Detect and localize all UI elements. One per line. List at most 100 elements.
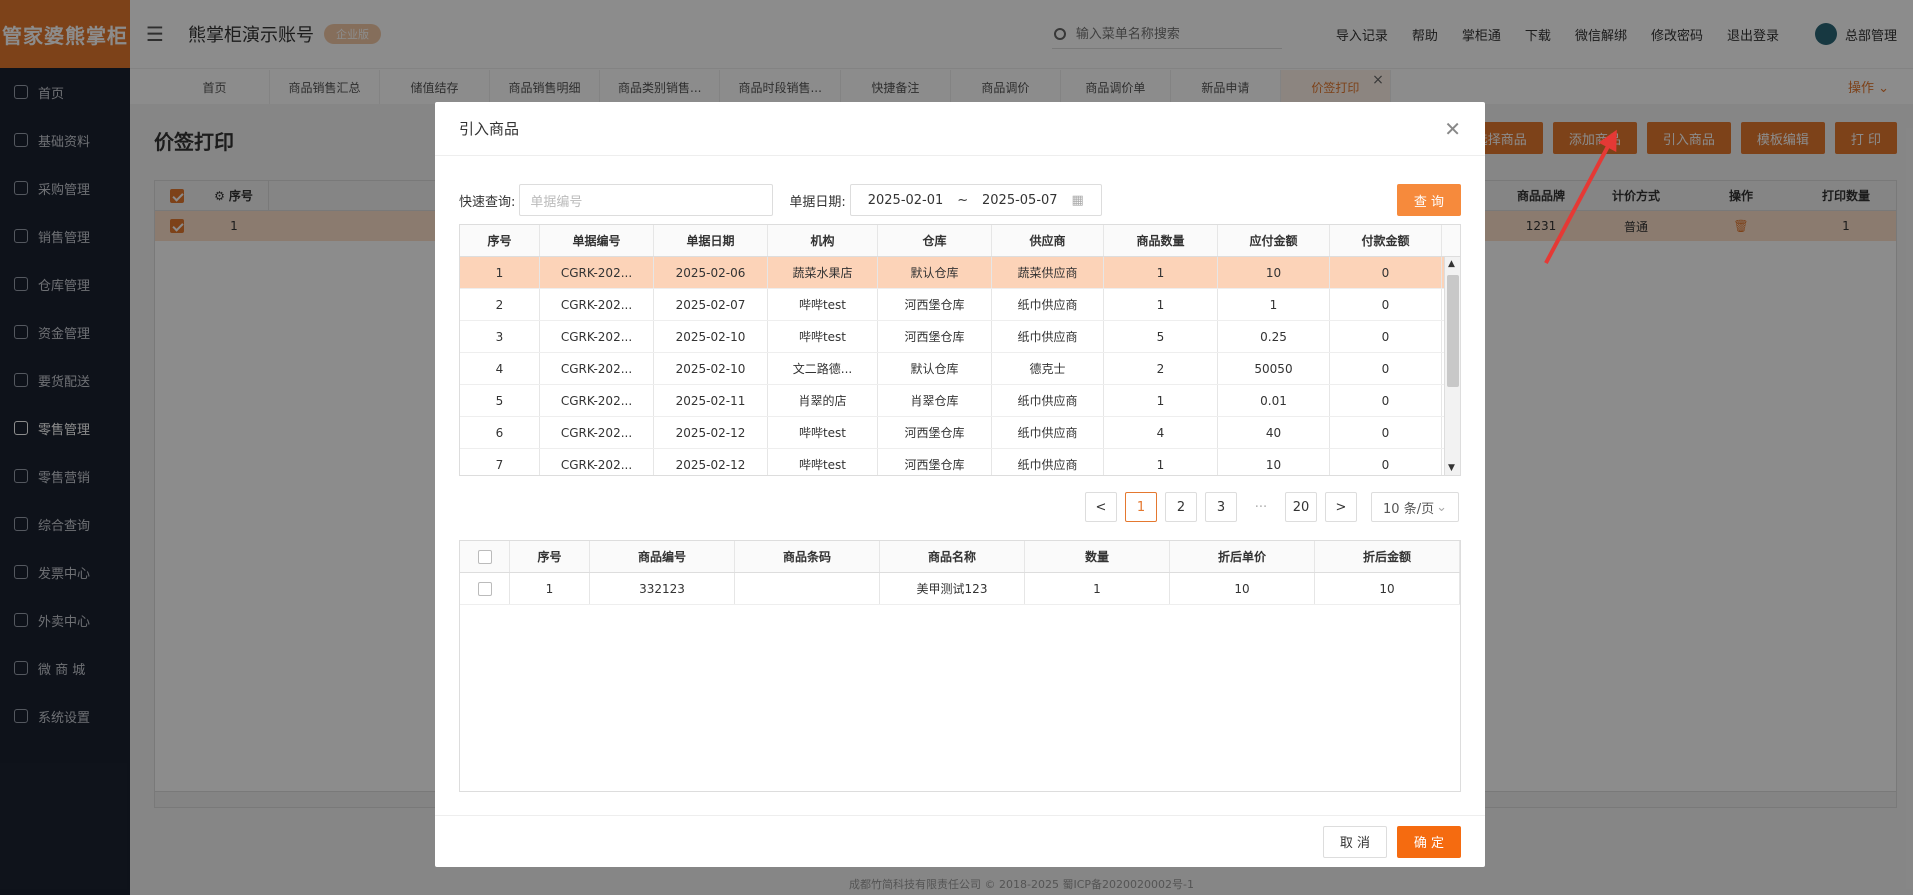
scroll-up-icon[interactable]: ▲ <box>1448 259 1455 269</box>
items-col-header: 序号 <box>510 541 590 572</box>
cancel-button[interactable]: 取 消 <box>1323 825 1387 858</box>
orders-cell: 肖翠的店 <box>768 385 878 416</box>
table-row[interactable]: 3 CGRK-202... 2025-02-10 哔哔test 河西堡仓库 纸巾供应商 5 0… <box>460 321 1460 353</box>
orders-col-header: 单据编号 <box>540 225 654 256</box>
orders-cell: 10 <box>1218 257 1330 288</box>
close-icon[interactable]: ✕ <box>1444 117 1461 141</box>
vertical-scrollbar[interactable]: ▲ ▼ <box>1444 257 1460 475</box>
orders-col-header: 机构 <box>768 225 878 256</box>
date-label: 单据日期: <box>789 194 846 210</box>
orders-cell: 默认仓库 <box>878 257 992 288</box>
items-col-header: 折后金额 <box>1315 541 1460 572</box>
orders-cell: 1 <box>1104 257 1218 288</box>
orders-cell: 0 <box>1330 353 1442 384</box>
item-row-checkbox[interactable] <box>460 573 510 604</box>
table-row[interactable]: 5 CGRK-202... 2025-02-11 肖翠的店 肖翠仓库 纸巾供应商 1 0.01… <box>460 385 1460 417</box>
orders-cell: 哔哔test <box>768 289 878 320</box>
items-cell: 1 <box>1025 573 1170 604</box>
page-1[interactable]: 1 <box>1125 492 1157 522</box>
confirm-button[interactable]: 确 定 <box>1397 825 1461 858</box>
orders-cell: 2 <box>460 289 540 320</box>
items-cell: 1 <box>510 573 590 604</box>
table-row[interactable]: 6 CGRK-202... 2025-02-12 哔哔test 河西堡仓库 纸巾供应商 4 4… <box>460 417 1460 449</box>
orders-cell: 纸巾供应商 <box>992 321 1104 352</box>
orders-cell: 纸巾供应商 <box>992 417 1104 448</box>
orders-cell: 1 <box>460 257 540 288</box>
orders-cell: 0 <box>1330 289 1442 320</box>
orders-cell: 1 <box>1104 385 1218 416</box>
orders-header: 序号 单据编号 单据日期 机构 仓库 供应商 商品数量 应付金额 付款金额 <box>460 225 1460 257</box>
orders-col-header: 序号 <box>460 225 540 256</box>
table-row[interactable]: 4 CGRK-202... 2025-02-10 文二路德... 默认仓库 德克士 2 500… <box>460 353 1460 385</box>
orders-cell: 0 <box>1330 321 1442 352</box>
orders-cell: 0.25 <box>1218 321 1330 352</box>
query-button[interactable]: 查 询 <box>1397 184 1461 216</box>
orders-cell: 2025-02-12 <box>654 417 768 448</box>
orders-cell: 蔬菜水果店 <box>768 257 878 288</box>
items-select-all-checkbox[interactable] <box>460 541 510 572</box>
items-cell: 美甲测试123 <box>880 573 1025 604</box>
calendar-icon: ▦ <box>1071 192 1084 208</box>
page-last[interactable]: 20 <box>1285 492 1317 522</box>
orders-cell: 1 <box>1104 289 1218 320</box>
orders-cell: 河西堡仓库 <box>878 289 992 320</box>
table-row[interactable]: 1 CGRK-202... 2025-02-06 蔬菜水果店 默认仓库 蔬菜供应商 1 10 0 <box>460 257 1460 289</box>
items-col-header: 折后单价 <box>1170 541 1315 572</box>
page-size-select[interactable]: 10 条/页 ⌄ <box>1371 492 1459 522</box>
next-page-button[interactable]: > <box>1325 492 1357 522</box>
items-col-header: 商品编号 <box>590 541 735 572</box>
orders-col-header: 付款金额 <box>1330 225 1442 256</box>
filter-bar: 快速查询: 单据编号 单据日期: 2025-02-01 ~ 2025-05-07… <box>459 184 1461 216</box>
orders-col-header: 供应商 <box>992 225 1104 256</box>
orders-cell: 0 <box>1330 449 1442 475</box>
orders-cell: 蔬菜供应商 <box>992 257 1104 288</box>
orders-cell: 2025-02-10 <box>654 321 768 352</box>
page-3[interactable]: 3 <box>1205 492 1237 522</box>
orders-cell: 0.01 <box>1218 385 1330 416</box>
orders-cell: CGRK-202... <box>540 385 654 416</box>
import-goods-dialog: 引入商品 ✕ 快速查询: 单据编号 单据日期: 2025-02-01 ~ 202… <box>435 102 1485 867</box>
quick-search-label: 快速查询: <box>459 194 516 210</box>
orders-cell: 1 <box>1218 289 1330 320</box>
table-row[interactable]: 2 CGRK-202... 2025-02-07 哔哔test 河西堡仓库 纸巾供应商 1 1… <box>460 289 1460 321</box>
table-row[interactable]: 7 CGRK-202... 2025-02-12 哔哔test 河西堡仓库 纸巾供应商 1 1… <box>460 449 1460 475</box>
items-col-header: 商品名称 <box>880 541 1025 572</box>
orders-cell: 10 <box>1218 449 1330 475</box>
orders-cell: 3 <box>460 321 540 352</box>
chevron-down-icon: ⌄ <box>1436 499 1447 515</box>
orders-cell: 2025-02-12 <box>654 449 768 475</box>
dialog-title: 引入商品 <box>459 120 520 138</box>
order-number-input[interactable]: 单据编号 <box>519 184 774 216</box>
orders-cell: 河西堡仓库 <box>878 417 992 448</box>
date-separator: ~ <box>957 192 969 208</box>
orders-cell: 纸巾供应商 <box>992 289 1104 320</box>
page-2[interactable]: 2 <box>1165 492 1197 522</box>
items-cell: 10 <box>1170 573 1315 604</box>
orders-cell: 哔哔test <box>768 417 878 448</box>
orders-cell: CGRK-202... <box>540 289 654 320</box>
orders-cell: 河西堡仓库 <box>878 449 992 475</box>
orders-col-header: 应付金额 <box>1218 225 1330 256</box>
order-items-table: 序号 商品编号 商品条码 商品名称 数量 折后单价 折后金额 1 332123 美甲测试123 1… <box>459 540 1461 792</box>
orders-cell: 4 <box>1104 417 1218 448</box>
prev-page-button[interactable]: < <box>1085 492 1117 522</box>
page-ellipsis[interactable]: ··· <box>1245 492 1277 522</box>
orders-cell: CGRK-202... <box>540 417 654 448</box>
orders-cell: 德克士 <box>992 353 1104 384</box>
orders-cell: 肖翠仓库 <box>878 385 992 416</box>
orders-cell: 2025-02-06 <box>654 257 768 288</box>
items-cell: 10 <box>1315 573 1460 604</box>
orders-cell: 5 <box>460 385 540 416</box>
date-from[interactable]: 2025-02-01 <box>868 193 944 208</box>
orders-cell: 50050 <box>1218 353 1330 384</box>
table-row[interactable]: 1 332123 美甲测试123 1 10 10 <box>460 573 1460 605</box>
scroll-down-icon[interactable]: ▼ <box>1448 463 1455 473</box>
date-to[interactable]: 2025-05-07 <box>982 193 1058 208</box>
orders-cell: 0 <box>1330 385 1442 416</box>
orders-cell: 默认仓库 <box>878 353 992 384</box>
orders-cell: 0 <box>1330 417 1442 448</box>
date-range-picker[interactable]: 2025-02-01 ~ 2025-05-07 ▦ <box>849 184 1102 216</box>
orders-cell: 5 <box>1104 321 1218 352</box>
orders-cell: CGRK-202... <box>540 321 654 352</box>
orders-cell: CGRK-202... <box>540 353 654 384</box>
